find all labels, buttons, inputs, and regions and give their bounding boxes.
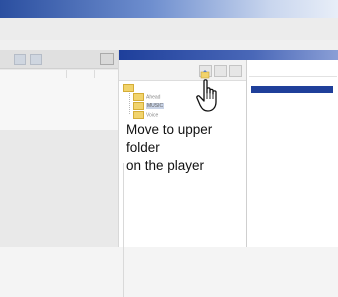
tree-root[interactable]	[123, 84, 136, 92]
tree-item-music[interactable]: MUSIC	[133, 102, 165, 110]
new-folder-button[interactable]	[214, 65, 227, 77]
pc-panel-toolbar	[0, 50, 118, 69]
player-file-row[interactable]	[251, 78, 333, 85]
pc-file-panel	[0, 50, 119, 247]
up-folder-button[interactable]	[199, 65, 212, 79]
tree-item-voice[interactable]: Voice	[133, 111, 158, 119]
column-header-type[interactable]	[94, 70, 119, 78]
folder-icon	[133, 93, 144, 101]
player-file-row-selected[interactable]	[251, 86, 333, 93]
tree-item-label: MUSIC	[146, 103, 165, 110]
column-header-size[interactable]	[66, 70, 95, 78]
tree-item-label: Voice	[146, 112, 159, 119]
delete-button[interactable]	[229, 65, 242, 77]
tree-item-label: Ahead	[146, 94, 161, 101]
menu-bar	[0, 18, 338, 40]
callout-text: Move to upper folder on the player	[126, 122, 213, 173]
main-window-title-bar	[0, 0, 338, 18]
panel-divider	[123, 150, 124, 297]
options-icon[interactable]	[30, 54, 42, 65]
toolbar	[0, 40, 338, 50]
folder-icon	[123, 84, 134, 92]
tree-item-ahead[interactable]: Ahead	[133, 93, 160, 101]
view-icon[interactable]	[14, 54, 26, 65]
player-file-list-header[interactable]	[249, 68, 337, 77]
refresh-icon[interactable]	[100, 53, 114, 65]
instruction-callout: Move to upper folder on the player	[122, 119, 246, 173]
folder-icon	[133, 111, 144, 119]
column-header-name[interactable]	[0, 70, 67, 78]
pc-file-list	[0, 70, 119, 130]
player-panel-title	[119, 50, 338, 60]
player-file-list-panel	[246, 60, 338, 247]
hand-pointer-icon	[196, 79, 217, 112]
folder-icon	[133, 102, 144, 110]
